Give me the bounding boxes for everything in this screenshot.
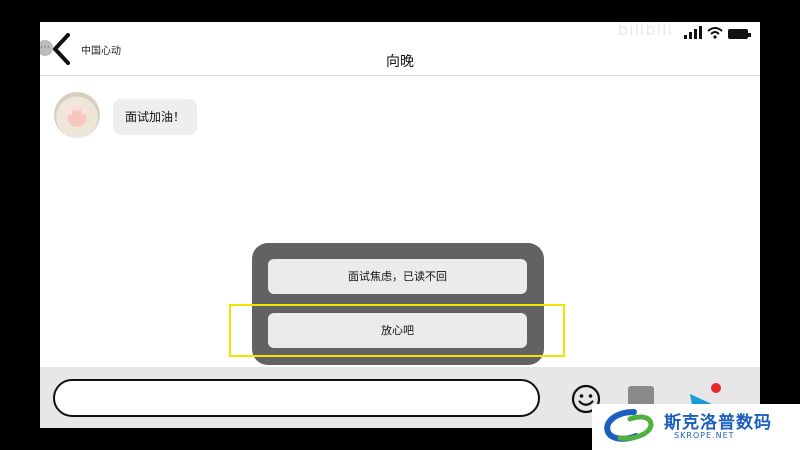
watermark-domain: SKROPE.NET: [674, 431, 735, 440]
battery-icon: [728, 29, 751, 39]
site-watermark: 斯克洛普数码 SKROPE.NET: [592, 404, 800, 450]
status-icons: [684, 26, 751, 39]
watermark-name: 斯克洛普数码: [664, 413, 772, 433]
wifi-icon: [707, 27, 723, 39]
selection-highlight: [229, 304, 565, 357]
signal-icon: [684, 26, 702, 39]
avatar[interactable]: [54, 92, 100, 138]
header-divider: [40, 75, 760, 76]
message-input[interactable]: [53, 379, 540, 417]
message-bubble: 面试加油！: [113, 99, 198, 135]
choice-button-anxious[interactable]: 面试焦虑，已读不回: [268, 259, 527, 294]
bilibili-watermark: bilibili: [618, 22, 673, 39]
swirl-logo-icon: [604, 409, 654, 442]
chat-title: 向晚: [386, 54, 414, 70]
game-screen: bilibili ⋯ 中国心动 向晚 面试加油！ 面试焦虑，已读不回 放心吧: [40, 22, 760, 428]
